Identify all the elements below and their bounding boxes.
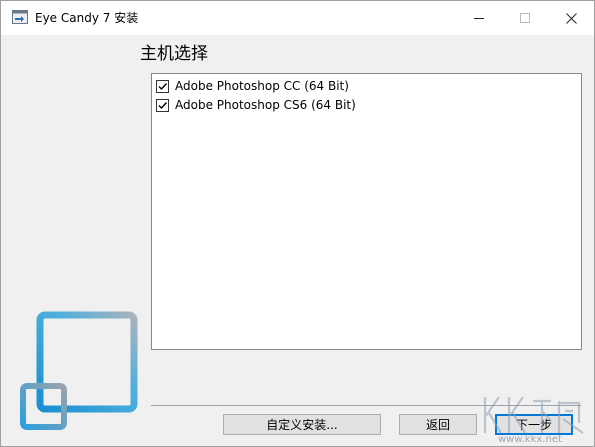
installer-window: Eye Candy 7 安装 主机选择 Adobe Photoshop CC (… [0,0,595,447]
footer-divider [151,405,581,406]
back-button[interactable]: 返回 [399,414,477,435]
next-button[interactable]: 下一步 [495,414,573,435]
host-checkbox-photoshop-cs6[interactable] [156,98,169,112]
window-title: Eye Candy 7 安装 [35,11,139,25]
host-label: Adobe Photoshop CS6 (64 Bit) [175,98,356,112]
watermark-url: www.kkx.net [498,434,562,445]
minimize-button[interactable] [456,1,502,35]
maximize-icon [520,13,530,23]
installer-app-icon [12,10,28,24]
page-title: 主机选择 [140,44,208,64]
close-button[interactable] [548,1,594,35]
maximize-button[interactable] [502,1,548,35]
close-icon [565,12,577,24]
host-item-photoshop-cs6[interactable]: Adobe Photoshop CS6 (64 Bit) [156,96,356,114]
host-item-photoshop-cc[interactable]: Adobe Photoshop CC (64 Bit) [156,77,349,95]
eye-candy-logo [20,311,138,430]
checkmark-icon [158,82,168,90]
minimize-icon [474,18,484,19]
host-checkbox-photoshop-cc[interactable] [156,79,169,93]
host-list[interactable]: Adobe Photoshop CC (64 Bit) Adobe Photos… [151,73,582,350]
checkmark-icon [158,101,168,109]
custom-install-button[interactable]: 自定义安装... [223,414,381,435]
host-label: Adobe Photoshop CC (64 Bit) [175,79,349,93]
title-bar[interactable]: Eye Candy 7 安装 [1,1,594,35]
